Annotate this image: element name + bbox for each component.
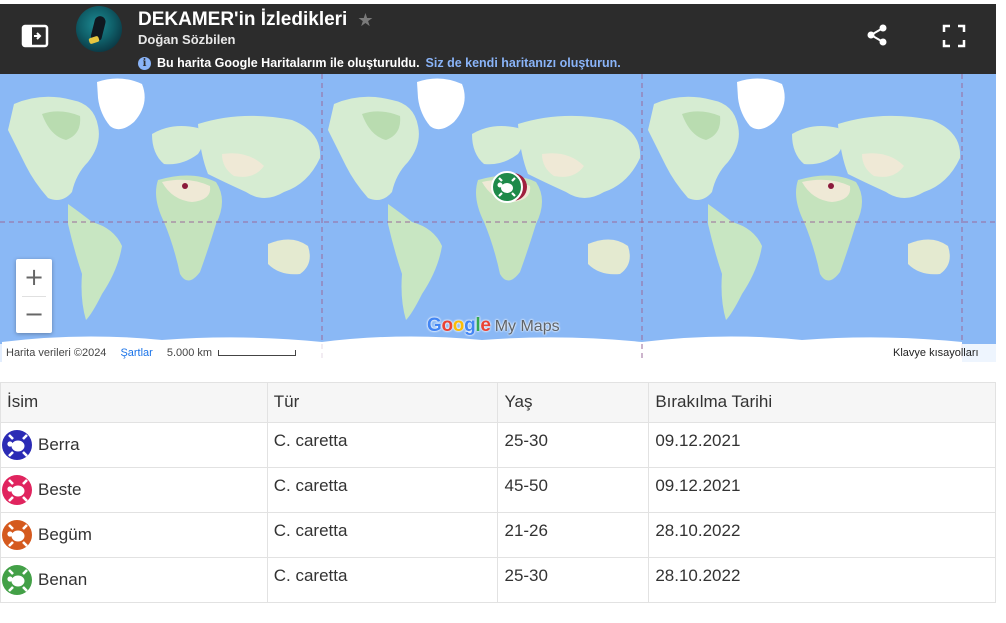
attribution-text: Harita verileri ©2024 (6, 347, 107, 359)
google-logo-text: Google (427, 315, 491, 336)
turtle-name: Beste (38, 480, 82, 499)
share-button[interactable] (864, 22, 890, 48)
turtle-name: Begüm (38, 525, 92, 544)
turtle-release-date: 28.10.2022 (648, 512, 996, 558)
turtle-icon (2, 565, 32, 595)
fullscreen-icon (942, 24, 966, 48)
turtle-release-date: 09.12.2021 (648, 422, 996, 468)
turtle-age: 21-26 (497, 512, 650, 558)
header-release-date: Bırakılma Tarihi (648, 382, 996, 423)
turtle-marker-icon (491, 171, 527, 203)
google-mymaps-logo: Google My Maps (427, 315, 560, 337)
zoom-out-button[interactable]: − (16, 296, 52, 333)
zoom-in-button[interactable]: + (16, 259, 52, 296)
turtle-name: Berra (38, 435, 80, 454)
map-attribution-bar: Harita verileri ©2024 Şartlar 5.000 km (0, 344, 334, 362)
table-row[interactable]: Beste C. caretta 45-50 09.12.2021 (0, 467, 996, 513)
terms-link[interactable]: Şartlar (120, 347, 152, 359)
turtle-icon (2, 430, 32, 460)
mymaps-logo-text: My Maps (494, 318, 560, 335)
turtle-age: 25-30 (497, 422, 650, 468)
table-row[interactable]: Benan C. caretta 25-30 28.10.2022 (0, 557, 996, 603)
header-species: Tür (266, 382, 499, 423)
table-header-row: İsim Tür Yaş Bırakılma Tarihi (0, 382, 996, 423)
header-age: Yaş (497, 382, 650, 423)
header-name: İsim (0, 382, 268, 423)
info-icon: i (138, 56, 151, 70)
table-row[interactable]: Berra C. caretta 25-30 09.12.2021 (0, 422, 996, 468)
keyboard-shortcuts-button[interactable]: Klavye kısayolları (888, 344, 996, 362)
map-author: Doğan Sözbilen (138, 32, 236, 47)
map-title: DEKAMER'in İzledikleri (138, 9, 348, 30)
zoom-control: + − (16, 259, 52, 333)
turtle-marker[interactable] (490, 171, 530, 207)
turtle-species: C. caretta (266, 557, 499, 603)
turtle-release-date: 28.10.2022 (648, 557, 996, 603)
scale-bar[interactable]: 5.000 km (166, 347, 297, 359)
turtle-table: İsim Tür Yaş Bırakılma Tarihi Berra C. c… (0, 382, 996, 603)
table-row[interactable]: Begüm C. caretta 21-26 28.10.2022 (0, 512, 996, 558)
fullscreen-button[interactable] (940, 22, 968, 50)
sidebar-toggle-icon (21, 24, 49, 48)
turtle-age: 25-30 (497, 557, 650, 603)
turtle-species: C. caretta (266, 467, 499, 513)
turtle-icon (2, 520, 32, 550)
map-canvas[interactable]: + − Google My Maps Harita verileri ©2024… (0, 74, 996, 362)
notice-text: Bu harita Google Haritalarım ile oluştur… (157, 56, 420, 70)
turtle-icon (2, 475, 32, 505)
share-icon (867, 24, 887, 46)
scale-line (218, 350, 297, 356)
star-icon[interactable]: ★ (357, 10, 373, 31)
scale-label: 5.000 km (166, 347, 213, 359)
turtle-name: Benan (38, 570, 88, 589)
turtle-release-date: 09.12.2021 (648, 467, 996, 513)
sidebar-toggle-button[interactable] (20, 22, 50, 50)
author-avatar (76, 6, 122, 52)
turtle-age: 45-50 (497, 467, 650, 513)
mymaps-notice: i Bu harita Google Haritalarım ile oluşt… (138, 56, 621, 70)
create-map-link[interactable]: Siz de kendi haritanızı oluşturun. (426, 56, 621, 70)
turtle-species: C. caretta (266, 512, 499, 558)
turtle-species: C. caretta (266, 422, 499, 468)
map-header: DEKAMER'in İzledikleri ★ Doğan Sözbilen … (0, 4, 996, 74)
